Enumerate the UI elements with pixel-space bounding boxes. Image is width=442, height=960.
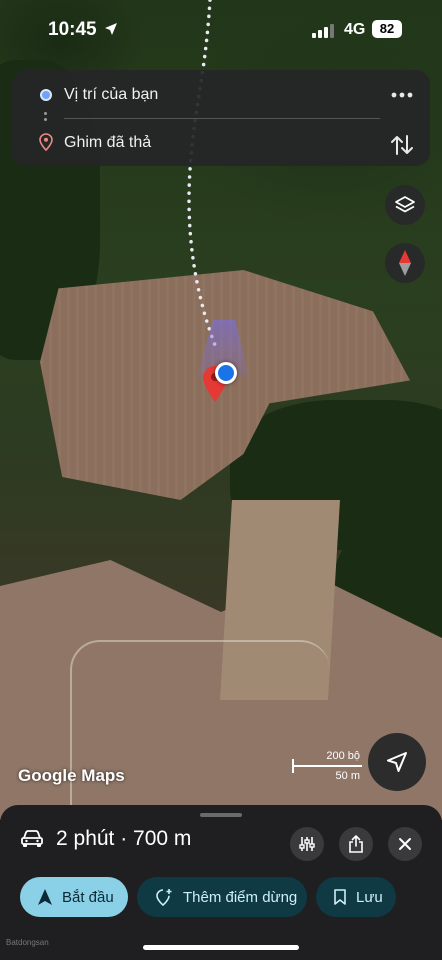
sheet-grabber[interactable] (200, 813, 242, 817)
status-time: 10:45 (48, 19, 97, 40)
route-options-button[interactable] (290, 827, 324, 861)
close-icon (399, 838, 411, 850)
scale-imperial: 200 bộ (326, 750, 360, 762)
save-label: Lưu (356, 888, 383, 906)
signal-icon (312, 24, 334, 38)
close-button[interactable] (388, 827, 422, 861)
add-location-icon (156, 889, 172, 906)
divider (64, 118, 380, 119)
recenter-button[interactable] (368, 733, 426, 791)
layers-button[interactable] (385, 185, 425, 225)
navigation-arrow-icon (387, 752, 407, 772)
start-button-label: Bắt đầu (62, 888, 114, 906)
destination-label: Ghim đã thả (64, 134, 152, 151)
more-options-icon[interactable] (388, 85, 416, 105)
compass-icon (399, 250, 411, 276)
destination-pin-icon (39, 133, 53, 151)
add-stop-label: Thêm điểm dừng (183, 888, 298, 906)
origin-row[interactable]: Vị trí của bạn (12, 75, 430, 115)
origin-label: Vị trí của bạn (64, 86, 159, 103)
share-button[interactable] (339, 827, 373, 861)
trip-duration-distance: 2 phút · 700 m (56, 827, 192, 850)
network-type: 4G (344, 21, 366, 38)
location-arrow-icon (105, 23, 117, 35)
trip-summary: 2 phút · 700 m (20, 827, 191, 851)
navigation-start-icon (38, 889, 52, 905)
current-location-dot (215, 362, 237, 384)
destination-row[interactable]: Ghim đã thả (12, 123, 430, 163)
home-indicator[interactable] (143, 945, 299, 950)
share-icon (349, 835, 363, 853)
map-scale: 200 bộ 50 m (292, 750, 362, 790)
status-bar: 10:45 4G 82 (0, 0, 442, 60)
scale-metric: 50 m (335, 770, 360, 782)
swap-route-icon[interactable] (388, 133, 416, 157)
google-maps-logo: Google Maps (18, 766, 125, 785)
scale-line (292, 765, 362, 767)
compass-button[interactable] (385, 243, 425, 283)
layers-icon (395, 196, 415, 213)
start-button[interactable]: Bắt đầu (20, 877, 128, 917)
battery-icon: 82 (372, 20, 402, 38)
watermark-text: Batdongsan (6, 938, 49, 947)
origin-dot-icon (40, 89, 52, 101)
directions-sheet: 2 phút · 700 m Bắt đầu Thêm điểm dừng Lư… (0, 805, 442, 960)
sliders-icon (299, 837, 315, 851)
save-button[interactable]: Lưu (316, 877, 396, 917)
car-icon (21, 830, 43, 847)
route-card: Vị trí của bạn Ghim đã thả (12, 70, 430, 166)
bookmark-icon (334, 889, 346, 905)
add-stop-button[interactable]: Thêm điểm dừng (137, 877, 307, 917)
